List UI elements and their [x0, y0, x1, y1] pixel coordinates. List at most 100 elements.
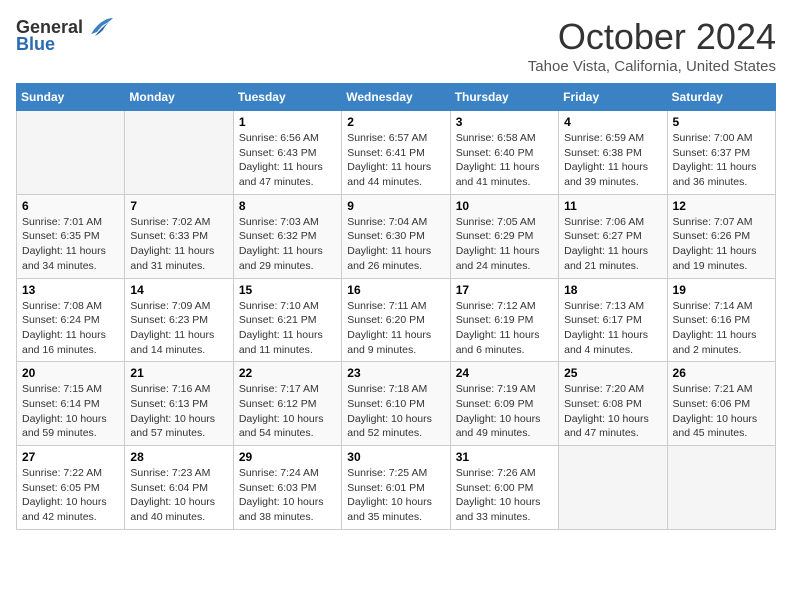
day-number: 29: [239, 450, 336, 464]
day-number: 26: [673, 366, 770, 380]
day-info: Sunrise: 7:25 AMSunset: 6:01 PMDaylight:…: [347, 466, 444, 525]
calendar-cell: 8 Sunrise: 7:03 AMSunset: 6:32 PMDaylight…: [233, 194, 341, 278]
calendar-week-row: 6 Sunrise: 7:01 AMSunset: 6:35 PMDaylight…: [17, 194, 776, 278]
day-number: 22: [239, 366, 336, 380]
day-number: 3: [456, 115, 553, 129]
day-info: Sunrise: 7:10 AMSunset: 6:21 PMDaylight:…: [239, 299, 336, 358]
day-info: Sunrise: 7:05 AMSunset: 6:29 PMDaylight:…: [456, 215, 553, 274]
day-number: 16: [347, 283, 444, 297]
day-number: 28: [130, 450, 227, 464]
calendar-cell: 21 Sunrise: 7:16 AMSunset: 6:13 PMDayligh…: [125, 362, 233, 446]
day-number: 14: [130, 283, 227, 297]
day-number: 27: [22, 450, 119, 464]
day-number: 15: [239, 283, 336, 297]
calendar-cell: 3 Sunrise: 6:58 AMSunset: 6:40 PMDaylight…: [450, 111, 558, 195]
day-info: Sunrise: 7:07 AMSunset: 6:26 PMDaylight:…: [673, 215, 770, 274]
calendar-cell: 13 Sunrise: 7:08 AMSunset: 6:24 PMDayligh…: [17, 278, 125, 362]
calendar-cell: 24Sunrise: 7:19 AMSunset: 6:09 PMDayligh…: [450, 362, 558, 446]
day-info: Sunrise: 7:21 AMSunset: 6:06 PMDaylight:…: [673, 382, 770, 441]
day-number: 8: [239, 199, 336, 213]
calendar-cell: [17, 111, 125, 195]
day-info: Sunrise: 6:57 AMSunset: 6:41 PMDaylight:…: [347, 131, 444, 190]
calendar-cell: 19 Sunrise: 7:14 AMSunset: 6:16 PMDayligh…: [667, 278, 775, 362]
calendar-table: SundayMondayTuesdayWednesdayThursdayFrid…: [16, 83, 776, 530]
day-info: Sunrise: 7:00 AMSunset: 6:37 PMDaylight:…: [673, 131, 770, 190]
calendar-cell: 5 Sunrise: 7:00 AMSunset: 6:37 PMDaylight…: [667, 111, 775, 195]
calendar-week-row: 13 Sunrise: 7:08 AMSunset: 6:24 PMDayligh…: [17, 278, 776, 362]
day-info: Sunrise: 7:26 AMSunset: 6:00 PMDaylight:…: [456, 466, 553, 525]
calendar-header-saturday: Saturday: [667, 84, 775, 111]
calendar-cell: 9 Sunrise: 7:04 AMSunset: 6:30 PMDaylight…: [342, 194, 450, 278]
calendar-cell: 31 Sunrise: 7:26 AMSunset: 6:00 PMDayligh…: [450, 446, 558, 530]
logo-blue-text: Blue: [16, 34, 55, 55]
calendar-cell: 4 Sunrise: 6:59 AMSunset: 6:38 PMDaylight…: [559, 111, 667, 195]
day-info: Sunrise: 7:15 AMSunset: 6:14 PMDaylight:…: [22, 382, 119, 441]
day-number: 12: [673, 199, 770, 213]
calendar-cell: 1Sunrise: 6:56 AMSunset: 6:43 PMDaylight…: [233, 111, 341, 195]
day-number: 31: [456, 450, 553, 464]
title-area: October 2024 Tahoe Vista, California, Un…: [528, 16, 776, 75]
day-info: Sunrise: 7:11 AMSunset: 6:20 PMDaylight:…: [347, 299, 444, 358]
day-info: Sunrise: 7:14 AMSunset: 6:16 PMDaylight:…: [673, 299, 770, 358]
day-info: Sunrise: 7:08 AMSunset: 6:24 PMDaylight:…: [22, 299, 119, 358]
day-number: 4: [564, 115, 661, 129]
day-info: Sunrise: 7:19 AMSunset: 6:09 PMDaylight:…: [456, 382, 553, 441]
day-number: 2: [347, 115, 444, 129]
calendar-cell: 30Sunrise: 7:25 AMSunset: 6:01 PMDayligh…: [342, 446, 450, 530]
day-number: 6: [22, 199, 119, 213]
day-info: Sunrise: 7:01 AMSunset: 6:35 PMDaylight:…: [22, 215, 119, 274]
day-number: 20: [22, 366, 119, 380]
calendar-cell: 10Sunrise: 7:05 AMSunset: 6:29 PMDayligh…: [450, 194, 558, 278]
day-info: Sunrise: 7:24 AMSunset: 6:03 PMDaylight:…: [239, 466, 336, 525]
calendar-cell: 14Sunrise: 7:09 AMSunset: 6:23 PMDayligh…: [125, 278, 233, 362]
day-info: Sunrise: 7:23 AMSunset: 6:04 PMDaylight:…: [130, 466, 227, 525]
day-number: 17: [456, 283, 553, 297]
calendar-header-wednesday: Wednesday: [342, 84, 450, 111]
day-number: 25: [564, 366, 661, 380]
calendar-cell: [559, 446, 667, 530]
location-title: Tahoe Vista, California, United States: [528, 58, 776, 75]
day-info: Sunrise: 7:13 AMSunset: 6:17 PMDaylight:…: [564, 299, 661, 358]
day-info: Sunrise: 7:03 AMSunset: 6:32 PMDaylight:…: [239, 215, 336, 274]
day-number: 5: [673, 115, 770, 129]
calendar-cell: 2 Sunrise: 6:57 AMSunset: 6:41 PMDaylight…: [342, 111, 450, 195]
day-info: Sunrise: 7:22 AMSunset: 6:05 PMDaylight:…: [22, 466, 119, 525]
day-number: 19: [673, 283, 770, 297]
day-number: 9: [347, 199, 444, 213]
calendar-cell: 12 Sunrise: 7:07 AMSunset: 6:26 PMDayligh…: [667, 194, 775, 278]
calendar-cell: 11Sunrise: 7:06 AMSunset: 6:27 PMDayligh…: [559, 194, 667, 278]
calendar-cell: [125, 111, 233, 195]
calendar-cell: 25Sunrise: 7:20 AMSunset: 6:08 PMDayligh…: [559, 362, 667, 446]
calendar-header-monday: Monday: [125, 84, 233, 111]
day-number: 23: [347, 366, 444, 380]
day-info: Sunrise: 6:56 AMSunset: 6:43 PMDaylight:…: [239, 131, 336, 190]
calendar-cell: 20 Sunrise: 7:15 AMSunset: 6:14 PMDayligh…: [17, 362, 125, 446]
calendar-cell: 28 Sunrise: 7:23 AMSunset: 6:04 PMDayligh…: [125, 446, 233, 530]
calendar-cell: 22 Sunrise: 7:17 AMSunset: 6:12 PMDayligh…: [233, 362, 341, 446]
calendar-cell: 26 Sunrise: 7:21 AMSunset: 6:06 PMDayligh…: [667, 362, 775, 446]
day-info: Sunrise: 7:02 AMSunset: 6:33 PMDaylight:…: [130, 215, 227, 274]
day-info: Sunrise: 6:59 AMSunset: 6:38 PMDaylight:…: [564, 131, 661, 190]
calendar-week-row: 27 Sunrise: 7:22 AMSunset: 6:05 PMDayligh…: [17, 446, 776, 530]
day-number: 7: [130, 199, 227, 213]
page-header: General Blue October 2024 Tahoe Vista, C…: [16, 16, 776, 75]
day-info: Sunrise: 7:17 AMSunset: 6:12 PMDaylight:…: [239, 382, 336, 441]
day-number: 13: [22, 283, 119, 297]
calendar-cell: 6 Sunrise: 7:01 AMSunset: 6:35 PMDaylight…: [17, 194, 125, 278]
day-info: Sunrise: 6:58 AMSunset: 6:40 PMDaylight:…: [456, 131, 553, 190]
day-number: 21: [130, 366, 227, 380]
calendar-cell: 27 Sunrise: 7:22 AMSunset: 6:05 PMDayligh…: [17, 446, 125, 530]
calendar-cell: 23Sunrise: 7:18 AMSunset: 6:10 PMDayligh…: [342, 362, 450, 446]
calendar-cell: 17Sunrise: 7:12 AMSunset: 6:19 PMDayligh…: [450, 278, 558, 362]
day-info: Sunrise: 7:16 AMSunset: 6:13 PMDaylight:…: [130, 382, 227, 441]
calendar-header-row: SundayMondayTuesdayWednesdayThursdayFrid…: [17, 84, 776, 111]
logo-bird-icon: [87, 16, 115, 38]
day-number: 18: [564, 283, 661, 297]
calendar-header-tuesday: Tuesday: [233, 84, 341, 111]
day-number: 11: [564, 199, 661, 213]
calendar-cell: 7 Sunrise: 7:02 AMSunset: 6:33 PMDaylight…: [125, 194, 233, 278]
calendar-week-row: 1Sunrise: 6:56 AMSunset: 6:43 PMDaylight…: [17, 111, 776, 195]
calendar-header-sunday: Sunday: [17, 84, 125, 111]
day-info: Sunrise: 7:04 AMSunset: 6:30 PMDaylight:…: [347, 215, 444, 274]
calendar-cell: [667, 446, 775, 530]
